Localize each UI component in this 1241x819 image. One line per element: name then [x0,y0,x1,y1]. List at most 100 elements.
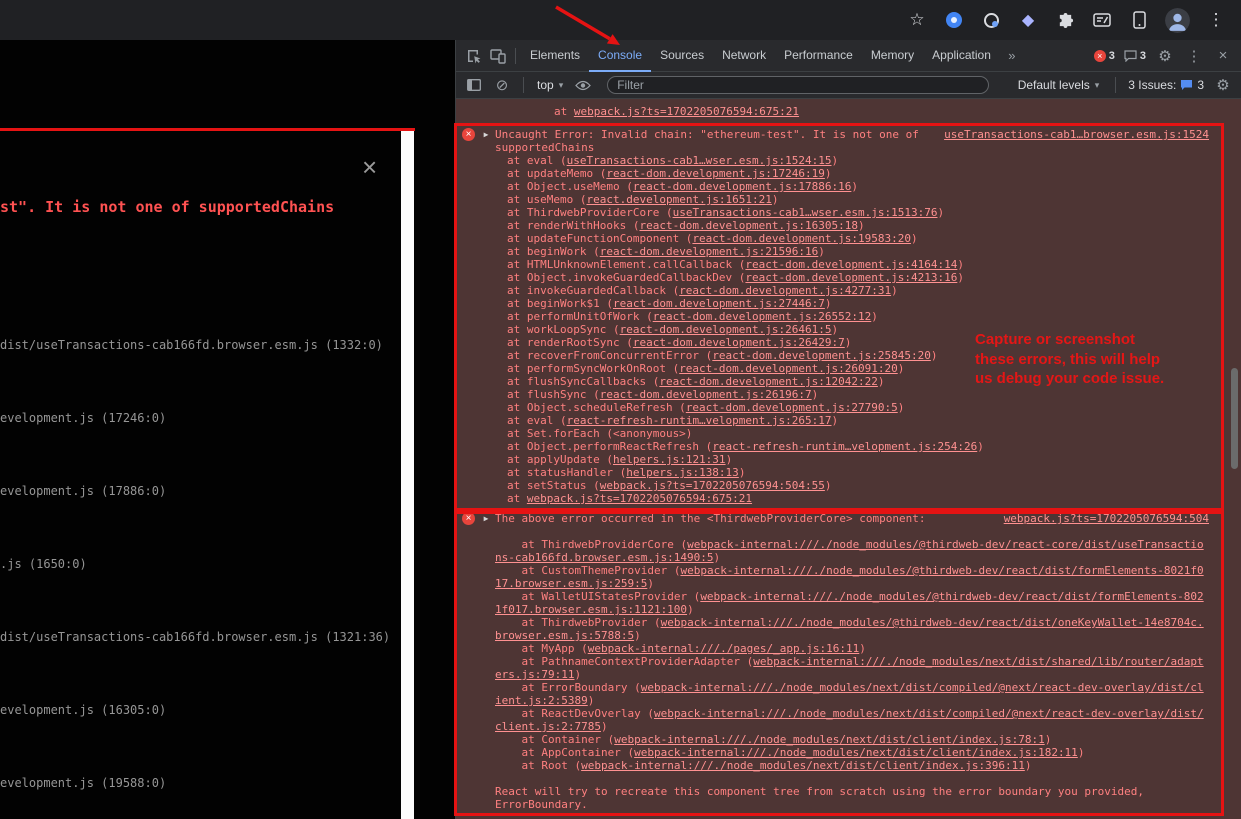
extensions-puzzle-icon[interactable] [1054,9,1076,31]
stack-file-link[interactable]: react-dom.development.js:12042:22 [659,375,878,388]
expand-triangle-icon[interactable]: ▶ [480,512,492,525]
issues-counter[interactable]: 3 Issues: 3 [1128,78,1204,92]
clear-console-icon[interactable]: ⊘ [490,73,514,97]
stack-frame-line: at webpack.js?ts=1702205076594:675:21 [495,492,1209,505]
stack-file-link[interactable]: react-dom.development.js:4277:31 [679,284,891,297]
error-source-link[interactable]: webpack.js?ts=1702205076594:504 [1004,512,1209,525]
stack-file-link[interactable]: webpack-internal:///./node_modules/next/… [614,733,1044,746]
bookmark-star-icon[interactable]: ☆ [906,9,928,31]
overlay-close-button[interactable]: × [362,154,377,180]
stack-file-link[interactable]: helpers.js:138:13 [626,466,739,479]
stack-frame-line: at Set.forEach (<anonymous>) [495,427,1209,440]
inspect-element-icon[interactable] [462,44,486,68]
tab-network[interactable]: Network [713,40,775,72]
devtools-close-icon[interactable]: × [1211,44,1235,68]
stack-file-link[interactable]: react-refresh-runtim…velopment.js:254:26 [712,440,977,453]
tab-sources[interactable]: Sources [651,40,713,72]
stack-file-link[interactable]: webpack-internal:///./pages/_app.js:16:1… [588,642,860,655]
tabbar-right-cluster: × 3 3 ⚙ ⋮ × [1092,44,1235,68]
stack-frame-line: at HTMLUnknownElement.callCallback (reac… [495,258,1209,271]
stack-frame-line: at setStatus (webpack.js?ts=170220507659… [495,479,1209,492]
overlay-frame-file: dist/useTransactions-cab166fd.browser.es… [0,630,400,703]
stack-file-link[interactable]: react-dom.development.js:27790:5 [686,401,898,414]
chevron-down-icon: ▾ [559,80,564,91]
stack-frame-line: at eval (useTransactions-cab1…wser.esm.j… [495,154,1209,167]
screenshot-root: ☆ ◆ ⋮ × st". It is not one of supportedC… [0,0,1241,819]
stack-file-link[interactable]: react-dom.development.js:26196:7 [600,388,812,401]
browser-menu-kebab-icon[interactable]: ⋮ [1205,9,1227,31]
stack-file-link[interactable]: useTransactions-cab1…wser.esm.js:1513:76 [673,206,938,219]
tab-application[interactable]: Application [923,40,1000,72]
live-expression-eye-icon[interactable] [571,73,595,97]
stack-file-link[interactable]: react-dom.development.js:26429:7 [633,336,845,349]
stack-file-link[interactable]: helpers.js:121:31 [613,453,726,466]
tab-memory[interactable]: Memory [862,40,923,72]
stack-frame-line: at ReactDevOverlay (webpack-internal:///… [495,707,1209,733]
console-output: at webpack.js?ts=1702205076594:675:21 × … [456,99,1241,819]
more-tabs-icon[interactable]: » [1000,44,1024,68]
overlay-frame-file: evelopment.js (17246:0) [0,411,400,484]
stack-file-link[interactable]: webpack.js?ts=1702205076594:504:55 [600,479,825,492]
error-component-stack: at ThirdwebProviderCore (webpack-interna… [495,538,1209,772]
extension-ring-icon[interactable] [980,9,1002,31]
extension-diamond-icon[interactable]: ◆ [1017,9,1039,31]
devtools-settings-gear-icon[interactable]: ⚙ [1153,44,1177,68]
stack-frame-line: at ThirdwebProviderCore (useTransactions… [495,206,1209,219]
devtools-more-options-icon[interactable]: ⋮ [1182,44,1206,68]
stack-file-link[interactable]: react.development.js:1651:21 [586,193,771,206]
stack-file-link[interactable]: react-dom.development.js:17246:19 [606,167,825,180]
stack-frame-line: at renderRootSync (react-dom.development… [495,336,1209,349]
toolbar-right-cluster: Default levels ▾ 3 Issues: 3 ⚙ [1014,73,1235,97]
stack-file-link[interactable]: react-dom.development.js:16305:18 [639,219,858,232]
overlay-scrollbar[interactable] [401,131,414,819]
stack-file-link[interactable]: react-dom.development.js:26461:5 [620,323,832,336]
context-selector[interactable]: top ▾ [533,78,567,92]
stack-frame-line: at Object.scheduleRefresh (react-dom.dev… [495,401,1209,414]
error-icon[interactable]: × [462,512,475,525]
stack-frame-line: at ThirdwebProvider (webpack-internal://… [495,616,1209,642]
stack-file-link[interactable]: react-dom.development.js:21596:16 [600,245,819,258]
console-settings-gear-icon[interactable]: ⚙ [1211,73,1235,97]
stack-frame-line: at invokeGuardedCallback (react-dom.deve… [495,284,1209,297]
issues-count: 3 [1197,78,1204,92]
message-count-badge[interactable]: 3 [1122,50,1148,62]
stack-frame-line: at WalletUIStatesProvider (webpack-inter… [495,590,1209,616]
device-toolbar-icon[interactable] [486,44,510,68]
stack-file-link[interactable]: react-dom.development.js:19583:20 [692,232,911,245]
stack-frame-line: at Object.performReactRefresh (react-ref… [495,440,1209,453]
chevron-down-icon: ▾ [1095,80,1100,91]
stack-file-link[interactable]: react-dom.development.js:4164:14 [745,258,957,271]
error-source-link[interactable]: useTransactions-cab1…browser.esm.js:1524 [944,128,1209,141]
console-scrollbar[interactable] [1231,368,1238,469]
stack-file-link[interactable]: webpack-internal:///./node_modules/next/… [634,746,1078,759]
stack-frame-line: at recoverFromConcurrentError (react-dom… [495,349,1209,362]
stack-file-link[interactable]: react-refresh-runtim…velopment.js:265:17 [567,414,832,427]
error-icon[interactable]: × [462,128,475,141]
console-sidebar-icon[interactable] [462,73,486,97]
stack-frame-line: at updateFunctionComponent (react-dom.de… [495,232,1209,245]
stack-file-link[interactable]: webpack.js?ts=1702205076594:675:21 [574,105,799,118]
tab-elements[interactable]: Elements [521,40,589,72]
stack-file-link[interactable]: react-dom.development.js:26091:20 [679,362,898,375]
stack-file-link[interactable]: react-dom.development.js:25845:20 [712,349,931,362]
tab-console[interactable]: Console [589,40,651,72]
error-count-badge[interactable]: × 3 [1092,50,1117,62]
stack-file-link[interactable]: react-dom.development.js:4213:16 [745,271,957,284]
stack-file-link[interactable]: react-dom.development.js:17886:16 [633,180,852,193]
stack-file-link[interactable]: webpack-internal:///./node_modules/next/… [581,759,1025,772]
tab-performance[interactable]: Performance [775,40,862,72]
console-filter-input[interactable] [607,76,989,94]
expand-triangle-icon[interactable]: ▶ [480,128,492,141]
device-icon[interactable] [1128,9,1150,31]
profile-avatar[interactable] [1165,8,1190,33]
console-error-1: × ▶ useTransactions-cab1…browser.esm.js:… [456,124,1241,508]
log-levels-dropdown[interactable]: Default levels ▾ [1014,78,1104,92]
stack-file-link[interactable]: webpack.js?ts=1702205076594:675:21 [527,492,752,505]
stack-file-link[interactable]: useTransactions-cab1…wser.esm.js:1524:15 [567,154,832,167]
extension-blue-dot-icon[interactable] [943,9,965,31]
extension-code-icon[interactable] [1091,9,1113,31]
app-page: × st". It is not one of supportedChains … [0,40,455,819]
stack-file-link[interactable]: react-dom.development.js:26552:12 [653,310,872,323]
stack-file-link[interactable]: react-dom.development.js:27446:7 [613,297,825,310]
message-count: 3 [1140,50,1146,62]
